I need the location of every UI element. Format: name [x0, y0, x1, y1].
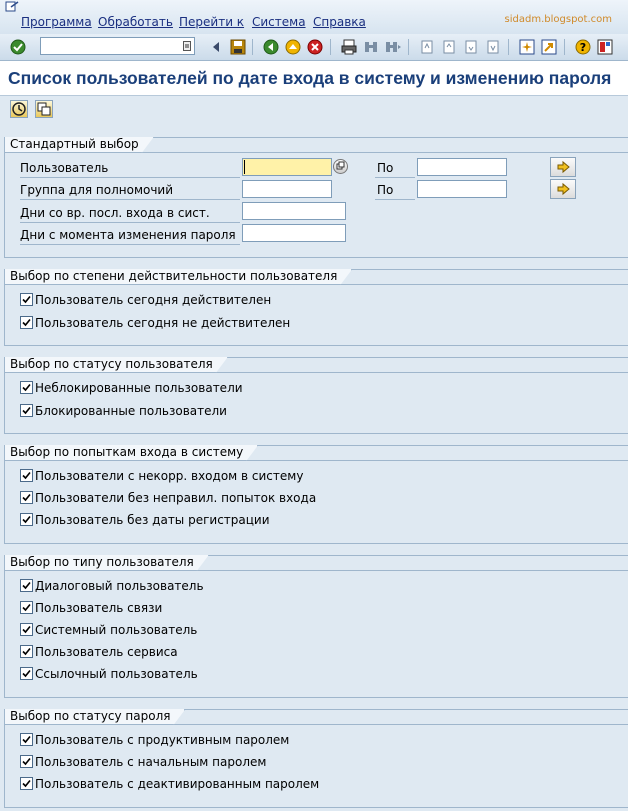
auth-group-to-input[interactable] — [417, 180, 507, 198]
checkbox-no-failed-attempts[interactable] — [20, 491, 33, 504]
menu-help[interactable]: Справка — [313, 15, 366, 29]
back-icon[interactable] — [262, 38, 280, 56]
last-page-icon[interactable] — [484, 38, 502, 56]
checkbox-dialog-user[interactable] — [20, 579, 33, 592]
field-label-user: Пользователь — [20, 161, 109, 175]
label-reference-user: Ссылочный пользователь — [35, 667, 198, 681]
menu-system[interactable]: Система — [252, 15, 306, 29]
save-icon[interactable] — [229, 38, 247, 56]
checkbox-deactivated-password[interactable] — [20, 777, 33, 790]
group-title: Выбор по типу пользователя — [5, 555, 209, 571]
group-password-status: Выбор по статусу пароля Пользователь с п… — [4, 709, 628, 808]
user-more-selection-button[interactable] — [550, 157, 576, 177]
find-next-icon[interactable] — [384, 38, 402, 56]
group-title: Выбор по статусу пользователя — [5, 357, 228, 373]
page-title: Список пользователей по дате входа в сис… — [8, 68, 612, 88]
cancel-icon[interactable] — [306, 38, 324, 56]
menu-goto[interactable]: Перейти к — [179, 15, 244, 29]
group-user-status: Выбор по статусу пользователя Неблокиров… — [4, 357, 628, 434]
field-label-days-since-password-change: Дни с момента изменения пароля — [20, 228, 236, 242]
auth-group-from-input[interactable] — [242, 180, 332, 198]
checkbox-invalid-today[interactable] — [20, 316, 33, 329]
group-title: Выбор по попыткам входа в систему — [5, 445, 258, 461]
multiple-selection-icon[interactable] — [333, 159, 348, 174]
menu-program[interactable]: Программа — [21, 15, 92, 29]
checkbox-communication-user[interactable] — [20, 601, 33, 614]
auth-group-more-selection-button[interactable] — [550, 179, 576, 199]
label-valid-today: Пользователь сегодня действителен — [35, 293, 272, 307]
back-arrow-icon[interactable] — [207, 38, 225, 56]
label-initial-password: Пользователь с начальным паролем — [35, 755, 267, 769]
shortcut-icon[interactable] — [540, 38, 558, 56]
checkbox-service-user[interactable] — [20, 645, 33, 658]
group-title: Выбор по степени действительности пользо… — [5, 269, 352, 285]
get-variant-icon[interactable] — [35, 100, 53, 118]
label-dialog-user: Диалоговый пользователь — [35, 579, 204, 593]
label-service-user: Пользователь сервиса — [35, 645, 178, 659]
label-incorrect-logon: Пользователи с некорр. входом в систему — [35, 469, 304, 483]
checkbox-incorrect-logon[interactable] — [20, 469, 33, 482]
checkbox-no-logon-date[interactable] — [20, 513, 33, 526]
menu-bar: Программа Обработать Перейти к Система С… — [0, 0, 628, 34]
user-from-input[interactable] — [242, 158, 332, 176]
label-deactivated-password: Пользователь с деактивированным паролем — [35, 777, 320, 791]
command-field[interactable] — [40, 37, 195, 55]
group-validity: Выбор по степени действительности пользо… — [4, 269, 628, 346]
checkbox-reference-user[interactable] — [20, 667, 33, 680]
menu-edit[interactable]: Обработать — [98, 15, 173, 29]
checkbox-locked-users[interactable] — [20, 404, 33, 417]
group-logon-attempts: Выбор по попыткам входа в систему Пользо… — [4, 445, 628, 544]
checkbox-productive-password[interactable] — [20, 733, 33, 746]
label-invalid-today: Пользователь сегодня не действителен — [35, 316, 291, 330]
checkbox-system-user[interactable] — [20, 623, 33, 636]
svg-text:?: ? — [580, 41, 586, 54]
label-system-user: Системный пользователь — [35, 623, 198, 637]
group-user-type: Выбор по типу пользователя Диалоговый по… — [4, 555, 628, 698]
watermark: sidadm.blogspot.com — [504, 14, 612, 25]
checkbox-initial-password[interactable] — [20, 755, 33, 768]
group-standard-selection: Стандартный выбор Пользователь По Группа… — [4, 137, 628, 258]
prev-page-icon[interactable] — [440, 38, 458, 56]
help-icon[interactable]: ? — [574, 38, 592, 56]
label-unlocked-users: Неблокированные пользователи — [35, 381, 243, 395]
print-icon[interactable] — [340, 38, 358, 56]
find-icon[interactable] — [362, 38, 380, 56]
label-no-logon-date: Пользователь без даты регистрации — [35, 513, 270, 527]
next-page-icon[interactable] — [462, 38, 480, 56]
to-label-auth-group: По — [377, 183, 394, 197]
group-title: Стандартный выбор — [5, 137, 154, 153]
checkbox-valid-today[interactable] — [20, 293, 33, 306]
user-to-input[interactable] — [417, 158, 507, 176]
to-label-user: По — [377, 161, 394, 175]
text-cursor — [244, 160, 245, 174]
layout-icon[interactable] — [596, 38, 614, 56]
title-bar: Список пользователей по дате входа в сис… — [0, 61, 628, 96]
label-locked-users: Блокированные пользователи — [35, 404, 227, 418]
days-since-password-change-input[interactable] — [242, 224, 346, 242]
sap-menu-icon[interactable] — [5, 1, 19, 13]
field-label-days-since-logon: Дни со вр. посл. входа в сист. — [20, 206, 210, 220]
execute-icon[interactable] — [10, 100, 28, 118]
checkbox-unlocked-users[interactable] — [20, 381, 33, 394]
label-productive-password: Пользователь с продуктивным паролем — [35, 733, 290, 747]
standard-toolbar: ? — [0, 34, 628, 61]
field-label-auth-group: Группа для полномочий — [20, 183, 174, 197]
application-toolbar — [0, 96, 628, 124]
label-no-failed-attempts: Пользователи без неправил. попыток входа — [35, 491, 317, 505]
exit-icon[interactable] — [284, 38, 302, 56]
days-since-logon-input[interactable] — [242, 202, 346, 220]
first-page-icon[interactable] — [418, 38, 436, 56]
command-dropdown-icon[interactable] — [183, 41, 191, 51]
new-session-icon[interactable] — [518, 38, 536, 56]
enter-icon[interactable] — [9, 38, 27, 56]
group-title: Выбор по статусу пароля — [5, 709, 185, 725]
label-communication-user: Пользователь связи — [35, 601, 163, 615]
